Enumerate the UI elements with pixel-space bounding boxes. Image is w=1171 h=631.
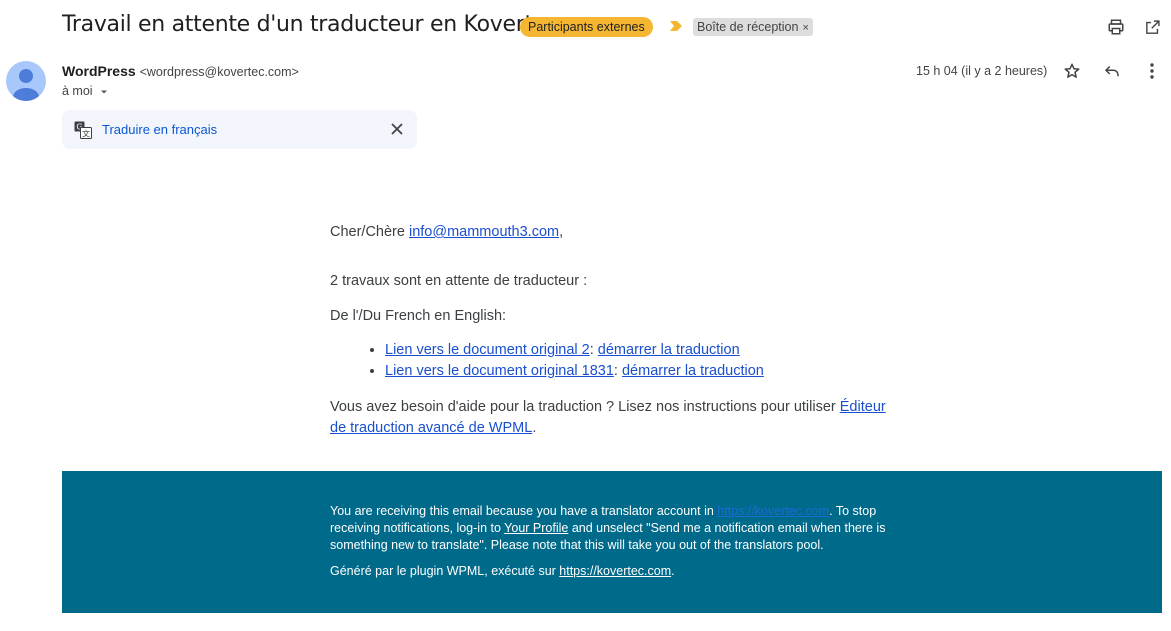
separator: : [589, 342, 598, 358]
greeting-suffix: , [559, 224, 564, 240]
start-translation-link[interactable]: démarrer la traduction [622, 363, 764, 379]
site-link[interactable]: https://kovertec.com [717, 504, 829, 518]
svg-text:文: 文 [82, 129, 90, 139]
sender-name: WordPress [62, 63, 136, 79]
translate-link[interactable]: Traduire en français [102, 122, 217, 137]
label-inbox-text: Boîte de réception [697, 20, 799, 34]
footer-generated-text: Généré par le plugin WPML, exécuté sur [330, 564, 560, 578]
more-vertical-icon[interactable] [1141, 60, 1163, 82]
translate-bar: G 文 Traduire en français [62, 110, 417, 149]
reply-icon[interactable] [1101, 60, 1123, 82]
help-paragraph: Vous avez besoin d'aide pour la traducti… [330, 397, 900, 439]
separator: : [613, 363, 622, 379]
sender: WordPress <wordpress@kovertec.com> [62, 63, 299, 79]
footer-text: You are receiving this email because you… [330, 503, 900, 580]
jobs-count-text: 2 travaux sont en attente de traducteur … [330, 273, 588, 289]
footer-notice-text: You are receiving this email because you… [330, 504, 718, 518]
footer-generated: Généré par le plugin WPML, exécuté sur h… [330, 563, 900, 580]
start-translation-link[interactable]: démarrer la traduction [598, 342, 740, 358]
greeting-prefix: Cher/Chère [330, 224, 409, 240]
list-item: Lien vers le document original 1831: dém… [385, 361, 764, 382]
original-document-link[interactable]: Lien vers le document original 2 [385, 342, 590, 358]
help-prefix: Vous avez besoin d'aide pour la traducti… [330, 399, 840, 415]
language-pair: De l'/Du French en English: [330, 308, 507, 324]
job-list: Lien vers le document original 2: démarr… [330, 340, 764, 382]
list-item: Lien vers le document original 2: démarr… [385, 340, 764, 361]
printer-icon[interactable] [1105, 16, 1127, 38]
open-in-new-window-icon[interactable] [1141, 16, 1163, 38]
message-date: 15 h 04 (il y a 2 heures) [916, 64, 1048, 78]
your-profile-link[interactable]: Your Profile [504, 521, 568, 535]
label-inbox: Boîte de réception × [693, 18, 813, 36]
footer-generated-text: . [671, 564, 675, 578]
recipient-email-link[interactable]: info@mammouth3.com [409, 224, 559, 240]
sender-email: <wordpress@kovertec.com> [139, 65, 299, 79]
greeting: Cher/Chère info@mammouth3.com, [330, 222, 563, 243]
sender-avatar [6, 61, 46, 101]
email-footer: You are receiving this email because you… [62, 471, 1162, 613]
translate-icon: G 文 [74, 121, 92, 144]
close-icon[interactable] [386, 118, 408, 140]
site-link[interactable]: https://kovertec.com [559, 564, 671, 578]
email-subject: Travail en attente d'un traducteur en Ko… [62, 12, 558, 37]
remove-label-icon[interactable]: × [802, 22, 808, 34]
importance-marker-icon[interactable] [668, 18, 684, 34]
label-external-participants[interactable]: Participants externes [520, 17, 653, 37]
help-suffix: . [532, 420, 537, 436]
star-icon[interactable] [1061, 60, 1083, 82]
recipient-details-toggle[interactable]: à moi [62, 84, 109, 98]
recipient-label: à moi [62, 84, 93, 98]
original-document-link[interactable]: Lien vers le document original 1831 [385, 363, 614, 379]
caret-down-icon [101, 90, 108, 94]
footer-notice: You are receiving this email because you… [330, 503, 900, 554]
